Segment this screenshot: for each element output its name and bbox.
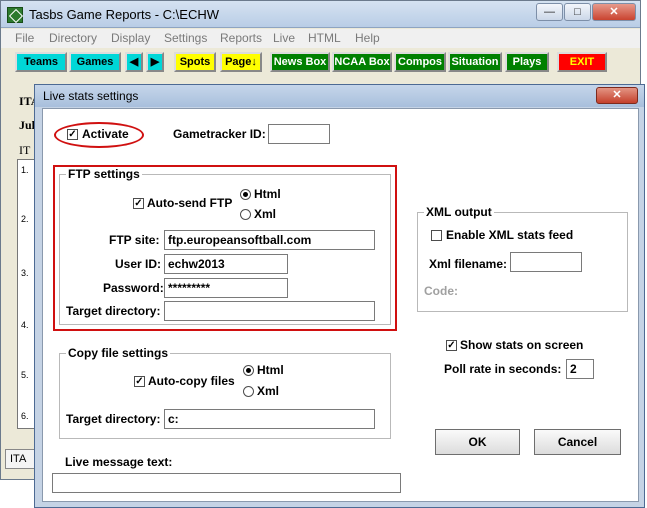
ftp-xml-label: Xml — [254, 207, 277, 221]
cancel-button[interactable]: Cancel — [534, 429, 621, 455]
bg-row-number: 3. — [21, 268, 29, 278]
xml-filename-input[interactable] — [510, 252, 582, 272]
bg-row-number: 6. — [21, 411, 29, 421]
toolbar: Teams Games ◀ ▶ Spots Page↓ News Box NCA… — [1, 49, 640, 75]
dialog-title-bar[interactable]: Live stats settings ✕ — [35, 85, 644, 107]
auto-send-ftp-label: Auto-send FTP — [147, 196, 233, 210]
auto-copy-label: Auto-copy files — [148, 374, 235, 388]
close-icon[interactable]: ✕ — [592, 3, 636, 21]
show-stats-label: Show stats on screen — [460, 338, 584, 352]
user-id-label: User ID: — [115, 257, 162, 271]
copy-html-label: Html — [257, 363, 284, 377]
ftp-target-directory-input[interactable] — [164, 301, 375, 321]
news-box-button[interactable]: News Box — [270, 52, 330, 72]
menu-file[interactable]: File — [15, 31, 34, 45]
copy-target-directory-input[interactable]: c: — [164, 409, 375, 429]
situation-button[interactable]: Situation — [448, 52, 502, 72]
maximize-icon[interactable]: □ — [564, 3, 591, 21]
user-id-input[interactable]: echw2013 — [164, 254, 288, 274]
ok-button[interactable]: OK — [435, 429, 520, 455]
menu-directory[interactable]: Directory — [49, 31, 97, 45]
live-message-input[interactable] — [52, 473, 401, 493]
app-icon — [7, 7, 23, 23]
plays-button[interactable]: Plays — [505, 52, 549, 72]
xml-filename-label: Xml filename: — [429, 257, 508, 271]
bg-row-number: 1. — [21, 165, 29, 175]
ftp-html-radio[interactable] — [240, 189, 251, 200]
main-title-bar[interactable]: Tasbs Game Reports - C:\ECHW — □ ✕ — [1, 1, 640, 28]
page-button[interactable]: Page↓ — [220, 52, 262, 72]
enable-xml-label: Enable XML stats feed — [446, 228, 574, 242]
auto-copy-checkbox[interactable]: ✓ — [134, 376, 145, 387]
prev-arrow-icon[interactable]: ◀ — [125, 52, 143, 72]
copy-xml-label: Xml — [257, 384, 280, 398]
poll-rate-input[interactable]: 2 — [566, 359, 594, 379]
ftp-xml-radio[interactable] — [240, 209, 251, 220]
ftp-target-directory-label: Target directory: — [66, 304, 161, 318]
menu-help[interactable]: Help — [355, 31, 380, 45]
copy-xml-radio[interactable] — [243, 386, 254, 397]
ftp-settings-title: FTP settings — [66, 167, 142, 181]
xml-output-title: XML output — [424, 205, 494, 219]
copy-file-title: Copy file settings — [66, 346, 171, 360]
menu-reports[interactable]: Reports — [220, 31, 262, 45]
compos-button[interactable]: Compos — [394, 52, 446, 72]
poll-rate-label: Poll rate in seconds: — [444, 362, 562, 376]
ncaa-box-button[interactable]: NCAA Box — [332, 52, 392, 72]
gametracker-input[interactable] — [268, 124, 330, 144]
menu-display[interactable]: Display — [111, 31, 150, 45]
bg-row-number: 4. — [21, 320, 29, 330]
copy-html-radio[interactable] — [243, 365, 254, 376]
exit-button[interactable]: EXIT — [557, 52, 607, 72]
dialog-close-icon[interactable]: ✕ — [596, 87, 638, 104]
live-stats-dialog: Live stats settings ✕ ✓ Activate Gametra… — [34, 84, 645, 508]
auto-send-ftp-checkbox[interactable]: ✓ — [133, 198, 144, 209]
games-button[interactable]: Games — [69, 52, 121, 72]
menu-bar: File Directory Display Settings Reports … — [1, 29, 640, 48]
activate-label: Activate — [82, 127, 129, 141]
teams-button[interactable]: Teams — [15, 52, 67, 72]
window-title: Tasbs Game Reports - C:\ECHW — [29, 7, 219, 22]
spots-button[interactable]: Spots — [174, 52, 216, 72]
ftp-site-label: FTP site: — [109, 233, 160, 247]
activate-checkbox[interactable]: ✓ — [67, 129, 78, 140]
show-stats-checkbox[interactable]: ✓ — [446, 340, 457, 351]
ftp-html-label: Html — [254, 187, 281, 201]
dialog-title: Live stats settings — [43, 89, 139, 103]
bg-heading-2: Jul — [19, 118, 36, 132]
bg-row-number: 5. — [21, 370, 29, 380]
bg-row-number: 2. — [21, 214, 29, 224]
password-label: Password: — [103, 281, 164, 295]
menu-live[interactable]: Live — [273, 31, 295, 45]
copy-target-directory-label: Target directory: — [66, 412, 161, 426]
code-label: Code: — [424, 284, 458, 298]
bg-heading-3: IT — [19, 143, 31, 157]
password-input[interactable]: ********* — [164, 278, 288, 298]
next-arrow-icon[interactable]: ▶ — [146, 52, 164, 72]
ftp-site-input[interactable]: ftp.europeansoftball.com — [164, 230, 375, 250]
enable-xml-checkbox[interactable] — [431, 230, 442, 241]
menu-html[interactable]: HTML — [308, 31, 341, 45]
menu-settings[interactable]: Settings — [164, 31, 207, 45]
gametracker-label: Gametracker ID: — [173, 127, 266, 141]
dialog-body: ✓ Activate Gametracker ID: FTP settings … — [42, 108, 639, 502]
minimize-icon[interactable]: — — [536, 3, 563, 21]
live-message-label: Live message text: — [65, 455, 173, 469]
